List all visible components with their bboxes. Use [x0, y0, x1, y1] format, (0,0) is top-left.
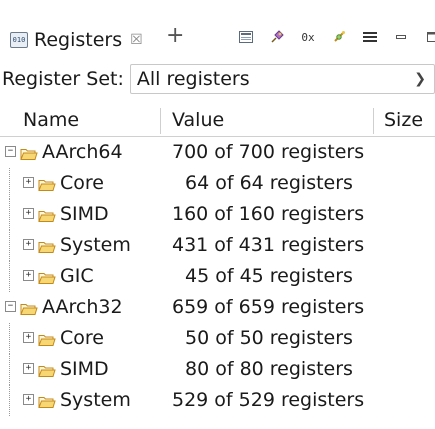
- register-group-value: 659 of 659 registers: [172, 296, 365, 318]
- tree-row[interactable]: + Core 64 of 64 registers: [0, 168, 435, 199]
- register-set-value: All registers: [136, 68, 250, 90]
- registers-view-icon: 010: [10, 32, 28, 48]
- register-group-name: Core: [60, 172, 104, 194]
- tree-guide-line: [9, 385, 10, 416]
- tree-row[interactable]: − AArch32 659 of 659 registers: [0, 292, 435, 323]
- tree-guide-line: [9, 261, 10, 292]
- register-group-name: SIMD: [60, 358, 109, 380]
- folder-icon: [38, 237, 56, 259]
- expand-icon[interactable]: +: [23, 332, 34, 343]
- tree-row[interactable]: + Core 50 of 50 registers: [0, 323, 435, 354]
- folder-icon: [38, 330, 56, 352]
- view-tab-bar: 010 Registers ☒ + 0x: [0, 0, 435, 64]
- tree-row[interactable]: + SIMD 160 of 160 registers: [0, 199, 435, 230]
- tree-header: Name Value Size: [0, 106, 435, 137]
- expand-icon[interactable]: +: [23, 177, 34, 188]
- register-group-value: 80 of 80 registers: [185, 358, 353, 380]
- tree-guide-line: [9, 168, 10, 199]
- register-group-name: System: [60, 389, 131, 411]
- tree-guide-line: [9, 354, 10, 385]
- register-set-bar: Register Set: All registers ❯: [0, 64, 435, 94]
- column-header-name[interactable]: Name: [23, 109, 79, 131]
- tab-title: Registers: [34, 29, 123, 51]
- column-separator[interactable]: [160, 108, 161, 134]
- register-group-value: 160 of 160 registers: [172, 203, 365, 225]
- registers-tab[interactable]: 010 Registers ☒: [10, 24, 143, 56]
- column-separator[interactable]: [373, 108, 374, 134]
- collapse-icon[interactable]: −: [5, 146, 16, 157]
- tree-guide-line: [9, 323, 10, 354]
- folder-icon: [38, 268, 56, 290]
- folder-icon: [38, 361, 56, 383]
- tree-guide-line: [9, 230, 10, 261]
- expand-icon[interactable]: +: [23, 239, 34, 250]
- pin-icon[interactable]: [267, 27, 287, 47]
- registers-tree: Name Value Size − AArch64 700 of 700 regis…: [0, 106, 435, 416]
- menu-icon[interactable]: [360, 27, 380, 47]
- hex-format-icon[interactable]: 0x: [298, 27, 318, 47]
- register-group-value: 431 of 431 registers: [172, 234, 365, 256]
- folder-icon: [38, 175, 56, 197]
- register-set-dropdown[interactable]: All registers ❯: [129, 64, 435, 94]
- register-group-value: 50 of 50 registers: [185, 327, 353, 349]
- register-group-value: 45 of 45 registers: [185, 265, 353, 287]
- folder-icon: [20, 299, 38, 321]
- register-group-name: AArch64: [42, 141, 123, 163]
- register-group-value: 64 of 64 registers: [185, 172, 353, 194]
- close-icon[interactable]: ☒: [130, 32, 143, 48]
- collapse-icon[interactable]: −: [5, 301, 16, 312]
- layout-icon[interactable]: [236, 27, 256, 47]
- expand-icon[interactable]: +: [23, 208, 34, 219]
- register-set-label: Register Set:: [2, 68, 124, 90]
- tree-row[interactable]: + System 431 of 431 registers: [0, 230, 435, 261]
- column-header-value[interactable]: Value: [172, 109, 224, 131]
- expand-icon[interactable]: +: [23, 363, 34, 374]
- maximize-icon[interactable]: [422, 27, 435, 47]
- tree-row[interactable]: + SIMD 80 of 80 registers: [0, 354, 435, 385]
- folder-icon: [38, 392, 56, 414]
- column-header-size[interactable]: Size: [384, 109, 423, 131]
- add-view-icon[interactable]: +: [166, 23, 184, 48]
- tree-rows: − AArch64 700 of 700 registers + Core 64 of 6…: [0, 137, 435, 416]
- view-toolbar: 0x: [236, 26, 435, 48]
- expand-icon[interactable]: +: [23, 270, 34, 281]
- tree-row[interactable]: + GIC 45 of 45 registers: [0, 261, 435, 292]
- register-group-name: GIC: [60, 265, 94, 287]
- register-group-name: AArch32: [42, 296, 123, 318]
- expand-icon[interactable]: +: [23, 394, 34, 405]
- tree-row[interactable]: − AArch64 700 of 700 registers: [0, 137, 435, 168]
- chevron-down-icon: ❯: [414, 71, 426, 87]
- tree-row[interactable]: + System 529 of 529 registers: [0, 385, 435, 416]
- minimize-icon[interactable]: [391, 27, 411, 47]
- link-icon[interactable]: [329, 27, 349, 47]
- register-group-name: System: [60, 234, 131, 256]
- register-group-name: SIMD: [60, 203, 109, 225]
- register-group-value: 700 of 700 registers: [172, 141, 365, 163]
- folder-icon: [20, 144, 38, 166]
- register-group-name: Core: [60, 327, 104, 349]
- register-group-value: 529 of 529 registers: [172, 389, 365, 411]
- folder-icon: [38, 206, 56, 228]
- tree-guide-line: [9, 199, 10, 230]
